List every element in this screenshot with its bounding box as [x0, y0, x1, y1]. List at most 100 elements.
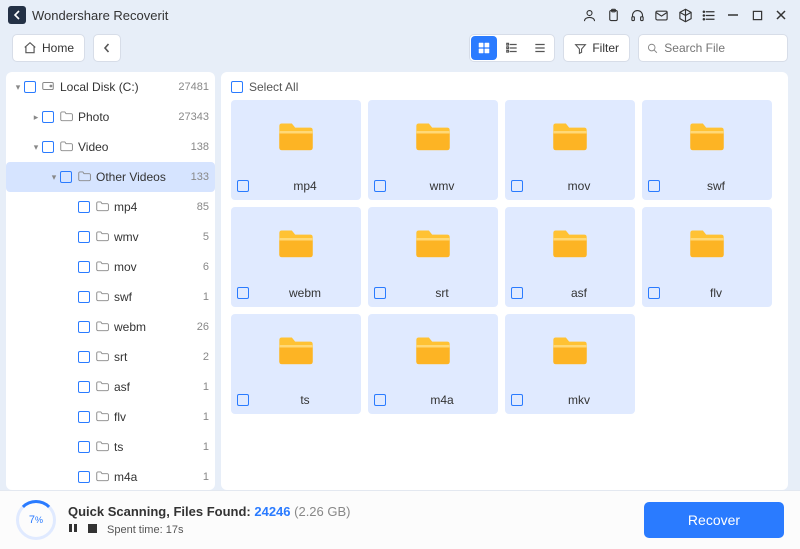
folder-tile[interactable]: wmv — [368, 100, 498, 200]
tree-checkbox[interactable] — [78, 351, 90, 363]
tree-checkbox[interactable] — [78, 411, 90, 423]
tree-row[interactable]: mp485 — [6, 192, 215, 222]
folder-icon — [94, 349, 110, 366]
filter-button[interactable]: Filter — [563, 34, 630, 62]
tree-row[interactable]: ts1 — [6, 432, 215, 462]
mail-icon[interactable] — [650, 4, 672, 26]
view-mode-group — [469, 34, 555, 62]
folder-tile[interactable]: flv — [642, 207, 772, 307]
progress-pct: 7 — [29, 514, 35, 526]
folder-icon — [94, 289, 110, 306]
tile-checkbox[interactable] — [237, 180, 249, 192]
tile-checkbox[interactable] — [511, 287, 523, 299]
tree-checkbox[interactable] — [78, 381, 90, 393]
folder-thumb — [505, 207, 635, 279]
tree-row[interactable]: ▾Other Videos133 — [6, 162, 215, 192]
tree-checkbox[interactable] — [78, 231, 90, 243]
tree-row[interactable]: flv1 — [6, 402, 215, 432]
search-input[interactable] — [664, 41, 779, 55]
folder-tile[interactable]: asf — [505, 207, 635, 307]
folder-tile[interactable]: webm — [231, 207, 361, 307]
tree-row[interactable]: srt2 — [6, 342, 215, 372]
tree-checkbox[interactable] — [42, 111, 54, 123]
view-list-button[interactable] — [498, 35, 526, 61]
tree-count: 138 — [191, 141, 209, 153]
folder-icon — [94, 199, 110, 216]
close-icon[interactable] — [770, 4, 792, 26]
folder-icon — [94, 439, 110, 456]
tile-label: mp4 — [255, 179, 355, 193]
toolbar: Home Filter — [0, 30, 800, 66]
maximize-icon[interactable] — [746, 4, 768, 26]
folder-tile[interactable]: mp4 — [231, 100, 361, 200]
minimize-icon[interactable] — [722, 4, 744, 26]
stop-icon[interactable] — [88, 524, 97, 536]
tile-label: mkv — [529, 393, 629, 407]
tree-checkbox[interactable] — [42, 141, 54, 153]
twisty-icon[interactable]: ▾ — [30, 142, 42, 153]
tree-row[interactable]: m4a1 — [6, 462, 215, 490]
folder-thumb — [368, 207, 498, 279]
tile-checkbox[interactable] — [648, 180, 660, 192]
folder-tile[interactable]: m4a — [368, 314, 498, 414]
account-icon[interactable] — [578, 4, 600, 26]
select-all-row[interactable]: Select All — [221, 80, 788, 100]
titlebar: Wondershare Recoverit — [0, 0, 800, 30]
tree-checkbox[interactable] — [24, 81, 36, 93]
tile-checkbox[interactable] — [511, 180, 523, 192]
folder-thumb — [642, 100, 772, 172]
tree-checkbox[interactable] — [78, 261, 90, 273]
tree-row[interactable]: mov6 — [6, 252, 215, 282]
tile-checkbox[interactable] — [374, 394, 386, 406]
folder-icon — [76, 169, 92, 186]
tree-row[interactable]: ▾Local Disk (C:)27481 — [6, 72, 215, 102]
twisty-icon[interactable]: ▾ — [48, 172, 60, 183]
home-label: Home — [42, 41, 74, 55]
folder-thumb — [505, 314, 635, 386]
folder-tile[interactable]: srt — [368, 207, 498, 307]
tile-checkbox[interactable] — [511, 394, 523, 406]
tree-row[interactable]: ▸Photo27343 — [6, 102, 215, 132]
tile-checkbox[interactable] — [237, 394, 249, 406]
tree-checkbox[interactable] — [78, 201, 90, 213]
folder-tile[interactable]: ts — [231, 314, 361, 414]
folder-icon — [94, 469, 110, 486]
tree-checkbox[interactable] — [78, 441, 90, 453]
tree-row[interactable]: ▾Video138 — [6, 132, 215, 162]
twisty-icon[interactable]: ▾ — [12, 82, 24, 93]
search-wrap[interactable] — [638, 34, 788, 62]
tree-count: 1 — [203, 441, 209, 453]
home-button[interactable]: Home — [12, 34, 85, 62]
headset-icon[interactable] — [626, 4, 648, 26]
tree-label: ts — [114, 440, 203, 454]
recover-button[interactable]: Recover — [644, 502, 784, 538]
tree-row[interactable]: webm26 — [6, 312, 215, 342]
tree-checkbox[interactable] — [60, 171, 72, 183]
view-grid-button[interactable] — [471, 36, 497, 60]
tile-checkbox[interactable] — [374, 287, 386, 299]
back-button[interactable] — [93, 34, 121, 62]
tile-checkbox[interactable] — [648, 287, 660, 299]
tile-checkbox[interactable] — [374, 180, 386, 192]
select-all-checkbox[interactable] — [231, 81, 243, 93]
clipboard-icon[interactable] — [602, 4, 624, 26]
tree-row[interactable]: swf1 — [6, 282, 215, 312]
tree-row[interactable]: asf1 — [6, 372, 215, 402]
tree-label: mp4 — [114, 200, 197, 214]
view-compact-button[interactable] — [526, 35, 554, 61]
folder-grid: mp4 wmvmovswf webmsrtasfflv tsm4a mkv — [221, 100, 788, 414]
folder-tile[interactable]: mkv — [505, 314, 635, 414]
pause-icon[interactable] — [68, 523, 78, 536]
tree-checkbox[interactable] — [78, 471, 90, 483]
twisty-icon[interactable]: ▸ — [30, 112, 42, 123]
cube-icon[interactable] — [674, 4, 696, 26]
tree-label: m4a — [114, 470, 203, 484]
tree-checkbox[interactable] — [78, 291, 90, 303]
folder-tile[interactable]: mov — [505, 100, 635, 200]
folder-tile[interactable]: swf — [642, 100, 772, 200]
main: Select All mp4 wmvmovswf webmsrtasfflv tsm4… — [215, 66, 800, 490]
tile-checkbox[interactable] — [237, 287, 249, 299]
tree-row[interactable]: wmv5 — [6, 222, 215, 252]
tree-checkbox[interactable] — [78, 321, 90, 333]
menu-list-icon[interactable] — [698, 4, 720, 26]
